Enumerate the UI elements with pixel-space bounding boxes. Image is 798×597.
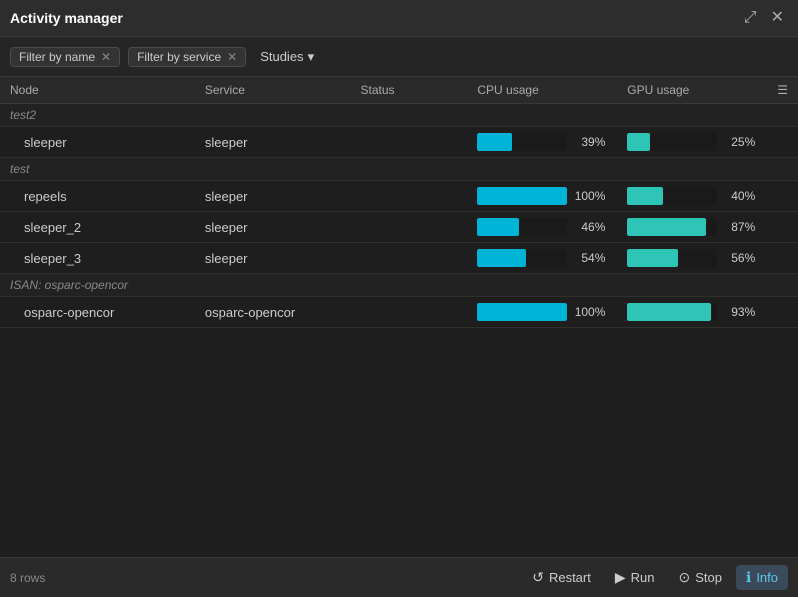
cell-status (351, 127, 468, 158)
table-row[interactable]: sleepersleeper 39% 25% (0, 127, 798, 158)
group-row: ISAN: osparc-opencor (0, 274, 798, 297)
cell-node: sleeper_2 (0, 212, 195, 243)
filter-by-service-chip[interactable]: Filter by service ✕ (128, 47, 246, 67)
col-header-status: Status (351, 77, 468, 104)
info-icon: ℹ (746, 569, 751, 586)
cell-cpu: 100% (467, 297, 617, 328)
table-row[interactable]: osparc-opencorosparc-opencor 100% 93% (0, 297, 798, 328)
cell-status (351, 181, 468, 212)
title-bar-actions: ⤢ ✕ (740, 8, 788, 28)
filter-by-name-close-icon[interactable]: ✕ (101, 51, 111, 63)
cell-row-menu[interactable] (767, 212, 798, 243)
close-button[interactable]: ✕ (767, 8, 788, 28)
table-row[interactable]: sleeper_2sleeper 46% 87% (0, 212, 798, 243)
cell-service: sleeper (195, 181, 351, 212)
restart-icon: ↺ (532, 569, 544, 586)
table-body: test2sleepersleeper39%25%testrepeelsslee… (0, 104, 798, 328)
bottom-actions: ↺ Restart ▶ Run ⊙ Stop ℹ Info (522, 565, 788, 590)
cell-status (351, 297, 468, 328)
cpu-value: 100% (573, 305, 605, 319)
table-row[interactable]: sleeper_3sleeper 54% 56% (0, 243, 798, 274)
col-header-cpu: CPU usage (467, 77, 617, 104)
run-button[interactable]: ▶ Run (605, 565, 665, 590)
group-label: ISAN: osparc-opencor (0, 274, 798, 297)
cell-node: sleeper (0, 127, 195, 158)
cell-row-menu[interactable] (767, 243, 798, 274)
cell-cpu: 100% (467, 181, 617, 212)
activity-table: Node Service Status CPU usage GPU usage … (0, 77, 798, 328)
cell-service: sleeper (195, 127, 351, 158)
cell-gpu: 40% (617, 181, 767, 212)
run-icon: ▶ (615, 569, 626, 586)
cpu-value: 100% (573, 189, 605, 203)
gpu-value: 25% (723, 135, 755, 149)
cpu-value: 54% (573, 251, 605, 265)
stop-button[interactable]: ⊙ Stop (669, 565, 732, 590)
cell-service: sleeper (195, 212, 351, 243)
studies-label: Studies (260, 49, 303, 64)
run-label: Run (631, 570, 655, 585)
expand-button[interactable]: ⤢ (740, 8, 761, 28)
col-header-service: Service (195, 77, 351, 104)
filter-by-name-label: Filter by name (19, 50, 95, 64)
cell-row-menu[interactable] (767, 127, 798, 158)
info-label: Info (756, 570, 778, 585)
table-row[interactable]: repeelssleeper 100% 40% (0, 181, 798, 212)
cell-node: osparc-opencor (0, 297, 195, 328)
filter-by-name-chip[interactable]: Filter by name ✕ (10, 47, 120, 67)
restart-label: Restart (549, 570, 591, 585)
table-header-row: Node Service Status CPU usage GPU usage … (0, 77, 798, 104)
col-header-node: Node (0, 77, 195, 104)
group-label: test2 (0, 104, 798, 127)
cell-service: osparc-opencor (195, 297, 351, 328)
cell-gpu: 93% (617, 297, 767, 328)
restart-button[interactable]: ↺ Restart (522, 565, 601, 590)
cell-cpu: 46% (467, 212, 617, 243)
cell-cpu: 39% (467, 127, 617, 158)
group-row: test2 (0, 104, 798, 127)
title-bar-left: Activity manager (10, 10, 123, 26)
gpu-value: 87% (723, 220, 755, 234)
app-title: Activity manager (10, 10, 123, 26)
row-count: 8 rows (10, 571, 45, 585)
cell-node: repeels (0, 181, 195, 212)
cell-service: sleeper (195, 243, 351, 274)
cell-row-menu[interactable] (767, 297, 798, 328)
gpu-value: 56% (723, 251, 755, 265)
cell-gpu: 87% (617, 212, 767, 243)
cell-status (351, 243, 468, 274)
cell-gpu: 25% (617, 127, 767, 158)
group-row: test (0, 158, 798, 181)
chevron-down-icon: ▾ (308, 49, 315, 65)
stop-label: Stop (695, 570, 722, 585)
cell-gpu: 56% (617, 243, 767, 274)
bottom-bar: 8 rows ↺ Restart ▶ Run ⊙ Stop ℹ Info (0, 557, 798, 597)
cpu-value: 39% (573, 135, 605, 149)
group-label: test (0, 158, 798, 181)
cell-status (351, 212, 468, 243)
col-header-gpu: GPU usage (617, 77, 767, 104)
cpu-value: 46% (573, 220, 605, 234)
filter-bar: Filter by name ✕ Filter by service ✕ Stu… (0, 37, 798, 77)
col-header-menu: ☰ (767, 77, 798, 104)
stop-icon: ⊙ (679, 569, 691, 586)
cell-node: sleeper_3 (0, 243, 195, 274)
info-button[interactable]: ℹ Info (736, 565, 788, 590)
filter-by-service-close-icon[interactable]: ✕ (227, 51, 237, 63)
gpu-value: 40% (723, 189, 755, 203)
studies-dropdown[interactable]: Studies ▾ (254, 47, 320, 67)
title-bar: Activity manager ⤢ ✕ (0, 0, 798, 37)
cell-row-menu[interactable] (767, 181, 798, 212)
filter-by-service-label: Filter by service (137, 50, 221, 64)
gpu-value: 93% (723, 305, 755, 319)
table-container: Node Service Status CPU usage GPU usage … (0, 77, 798, 557)
cell-cpu: 54% (467, 243, 617, 274)
